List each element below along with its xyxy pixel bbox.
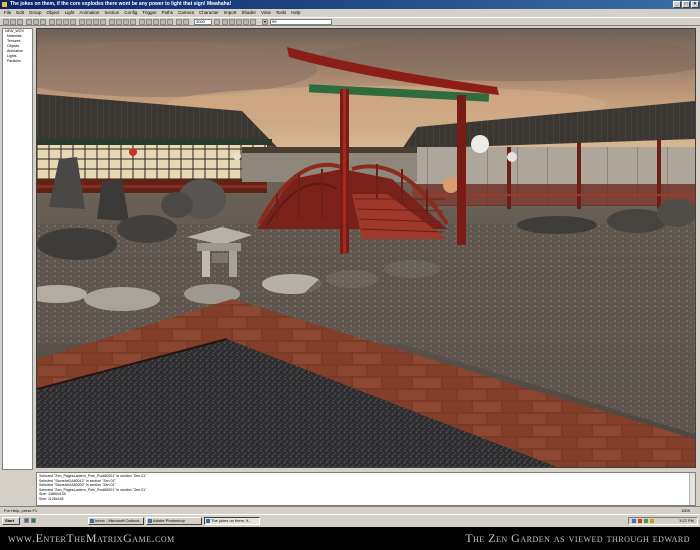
copy-icon[interactable]	[33, 19, 39, 25]
distance-field[interactable]: 3000	[194, 19, 212, 25]
dropdown-arrow-icon[interactable]: ▾	[262, 19, 268, 25]
trigger-icon[interactable]	[183, 19, 189, 25]
app-icon	[2, 2, 7, 7]
system-tray: 3:22 PM	[628, 517, 698, 525]
menu-animation[interactable]: Animation	[79, 9, 99, 17]
show-desktop-icon[interactable]	[24, 518, 29, 523]
close-button[interactable]: ×	[691, 1, 699, 8]
zoom-icon[interactable]	[139, 19, 145, 25]
layer-icon[interactable]	[229, 19, 235, 25]
quick-launch-icon[interactable]	[31, 518, 36, 523]
move-icon[interactable]	[56, 19, 62, 25]
solid-icon[interactable]	[130, 19, 136, 25]
caption-url: www.EnterTheMatrixGame.com	[8, 531, 175, 545]
stepper-icon[interactable]	[214, 19, 220, 25]
task-outlook[interactable]: Inbox - Microsoft Outlook	[88, 517, 144, 525]
menu-bar: File Edit Group Object Light Animation S…	[0, 9, 700, 17]
save-icon[interactable]	[17, 19, 23, 25]
play-icon[interactable]	[109, 19, 115, 25]
menu-edit[interactable]: Edit	[16, 9, 24, 17]
orbit-icon[interactable]	[153, 19, 159, 25]
application-window: The jokes on them, if the core explodes …	[0, 0, 700, 527]
menu-import[interactable]: Import	[224, 9, 237, 17]
section-dropdown[interactable]: 99	[270, 19, 332, 25]
toolbar: 3000 ▾ 99	[0, 17, 700, 26]
filter-icon[interactable]	[222, 19, 228, 25]
console-scrollbar[interactable]	[689, 473, 695, 505]
windows-taskbar: Start Inbox - Microsoft Outlook Adobe Ph…	[0, 514, 700, 527]
image-caption-bar: www.EnterTheMatrixGame.com The Zen Garde…	[0, 527, 700, 550]
menu-section[interactable]: Section	[104, 9, 119, 17]
scale-icon[interactable]	[70, 19, 76, 25]
new-icon[interactable]	[3, 19, 9, 25]
menu-tools[interactable]: Tools	[276, 9, 287, 17]
stop-icon[interactable]	[116, 19, 122, 25]
3d-viewport[interactable]	[36, 28, 696, 468]
wireframe-icon[interactable]	[123, 19, 129, 25]
menu-character[interactable]: Character	[199, 9, 219, 17]
antivirus-icon[interactable]	[638, 519, 642, 523]
caption-description: The Zen Garden as viewed through edward	[465, 531, 690, 545]
snap-icon[interactable]	[100, 19, 106, 25]
tree-item-particles[interactable]: Particles	[3, 59, 32, 64]
task-photoshop[interactable]: Adobe Photoshop	[146, 517, 202, 525]
menu-object[interactable]: Object	[47, 9, 60, 17]
messenger-icon[interactable]	[650, 519, 654, 523]
start-button[interactable]: Start	[2, 517, 20, 525]
lock-icon[interactable]	[243, 19, 249, 25]
output-console[interactable]: Selected "Zen_PagesLantern_Pole_Pool8000…	[36, 472, 696, 506]
window-title: The jokes on them, if the core explodes …	[10, 1, 232, 7]
scene-tree: NEW_WOV Materials Textures Objects Anima…	[2, 28, 33, 470]
visibility-icon[interactable]	[236, 19, 242, 25]
rotate-icon[interactable]	[63, 19, 69, 25]
task-editor[interactable]: The jokes on them, if...	[204, 517, 260, 525]
minimize-button[interactable]: _	[673, 1, 681, 8]
material-icon[interactable]	[167, 19, 173, 25]
menu-light[interactable]: Light	[65, 9, 75, 17]
maximize-button[interactable]: □	[682, 1, 690, 8]
paste-icon[interactable]	[40, 19, 46, 25]
light-icon[interactable]	[86, 19, 92, 25]
open-icon[interactable]	[10, 19, 16, 25]
menu-group[interactable]: Group	[29, 9, 42, 17]
menu-paths[interactable]: Paths	[161, 9, 173, 17]
volume-icon[interactable]	[644, 519, 648, 523]
status-bar: For Help, press F1 1509	[0, 506, 700, 514]
network-icon[interactable]	[632, 519, 636, 523]
help-icon[interactable]	[250, 19, 256, 25]
zen-garden-scene	[37, 29, 695, 467]
console-line: Size: 1126x165	[39, 496, 64, 501]
title-bar[interactable]: The jokes on them, if the core explodes …	[0, 0, 700, 9]
menu-shader[interactable]: Shader	[242, 9, 257, 17]
menu-config[interactable]: Config	[124, 9, 137, 17]
camera-icon[interactable]	[79, 19, 85, 25]
menu-trigger[interactable]: Trigger	[142, 9, 156, 17]
menu-file[interactable]: File	[4, 9, 11, 17]
menu-camera[interactable]: Camera	[178, 9, 194, 17]
select-icon[interactable]	[49, 19, 55, 25]
grid-icon[interactable]	[93, 19, 99, 25]
pan-icon[interactable]	[146, 19, 152, 25]
menu-help[interactable]: Help	[291, 9, 300, 17]
texture-icon[interactable]	[160, 19, 166, 25]
cut-icon[interactable]	[26, 19, 32, 25]
menu-view[interactable]: View	[261, 9, 271, 17]
path-icon[interactable]	[176, 19, 182, 25]
clock[interactable]: 3:22 PM	[679, 518, 694, 524]
